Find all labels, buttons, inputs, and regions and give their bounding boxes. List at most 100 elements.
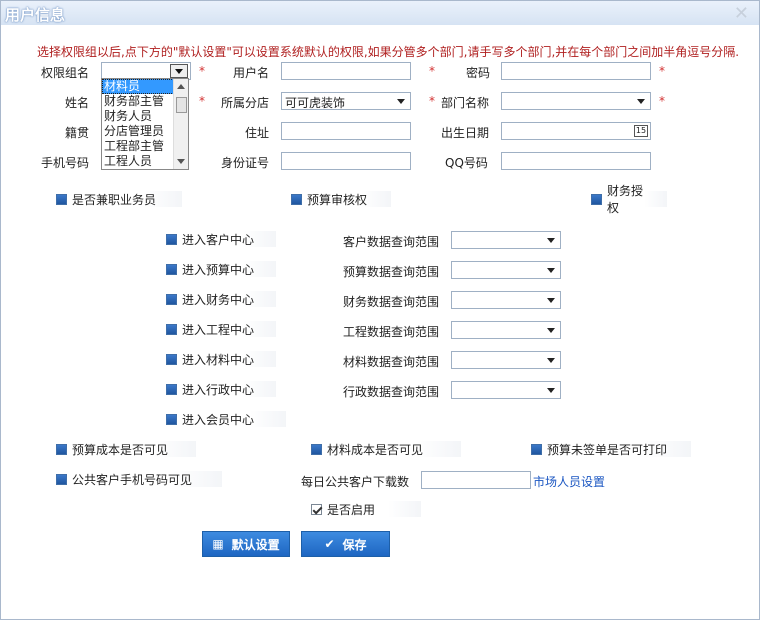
address-input[interactable] — [281, 122, 411, 140]
budget-audit-checkbox[interactable]: 预算审核权 — [291, 191, 391, 207]
checkbox-label: 进入财务中心 — [182, 292, 255, 307]
default-settings-button[interactable]: ▦ 默认设置 — [202, 531, 290, 557]
instruction-notice: 选择权限组以后,点下方的"默认设置"可以设置系统默认的权限,如果分管多个部门,请… — [37, 45, 740, 59]
close-icon[interactable]: ✕ — [734, 3, 749, 24]
checkbox-label: 材料成本是否可见 — [327, 442, 424, 457]
idcard-label: 身份证号 — [221, 156, 270, 170]
customer-range-select[interactable] — [451, 231, 561, 249]
enter-project-checkbox[interactable]: 进入工程中心 — [166, 321, 276, 337]
checkbox-box[interactable] — [166, 233, 177, 245]
checkbox-box[interactable] — [166, 323, 177, 335]
enabled-checkbox[interactable]: 是否启用 — [311, 501, 421, 517]
required-mark: * — [659, 94, 665, 108]
enter-material-checkbox[interactable]: 进入材料中心 — [166, 351, 276, 367]
required-mark: * — [659, 64, 665, 78]
idcard-input[interactable] — [281, 152, 411, 170]
save-button[interactable]: ✔ 保存 — [301, 531, 390, 557]
public-phone-visible-checkbox[interactable]: 公共客户手机号码可见 — [56, 471, 222, 487]
native-place-label: 籍贯 — [65, 126, 90, 140]
list-scrollbar[interactable] — [173, 79, 188, 169]
enter-finance-checkbox[interactable]: 进入财务中心 — [166, 291, 276, 307]
enter-customer-checkbox[interactable]: 进入客户中心 — [166, 231, 276, 247]
qq-input[interactable] — [501, 152, 651, 170]
permission-group-list[interactable]: 材料员 财务部主管 财务人员 分店管理员 工程部主管 工程人员 — [101, 78, 189, 170]
chevron-down-icon — [547, 388, 555, 393]
chevron-down-icon — [547, 358, 555, 363]
budget-range-label: 预算数据查询范围 — [343, 265, 440, 279]
department-select[interactable] — [501, 92, 651, 110]
checkbox-label: 进入材料中心 — [182, 352, 255, 367]
budget-range-select[interactable] — [451, 261, 561, 279]
checkbox-box[interactable] — [291, 193, 302, 205]
password-input[interactable] — [501, 62, 651, 80]
checkbox-box[interactable] — [56, 473, 67, 485]
phone-label: 手机号码 — [41, 156, 90, 170]
checkbox-label: 预算未签单是否可打印 — [547, 442, 668, 457]
checkbox-box[interactable] — [166, 383, 177, 395]
checkbox-box[interactable] — [166, 353, 177, 365]
checkbox-box[interactable] — [166, 413, 177, 425]
checkbox-box[interactable] — [56, 443, 67, 455]
scroll-down-icon[interactable] — [177, 159, 185, 164]
title-bar: 用户信息 ✕ — [1, 1, 759, 25]
branch-label: 所属分店 — [221, 96, 270, 110]
checkbox-box[interactable] — [311, 443, 322, 455]
checkbox-label: 进入客户中心 — [182, 232, 255, 247]
daily-download-input[interactable] — [421, 471, 531, 489]
checkbox-label: 预算审核权 — [307, 192, 368, 207]
agent-checkbox[interactable]: 是否兼职业务员 — [56, 191, 182, 207]
enter-budget-checkbox[interactable]: 进入预算中心 — [166, 261, 276, 277]
checkbox-box[interactable] — [311, 503, 322, 515]
checkbox-box[interactable] — [166, 263, 177, 275]
finance-range-select[interactable] — [451, 291, 561, 309]
checkbox-box[interactable] — [56, 193, 67, 205]
daily-download-label: 每日公共客户下载数 — [301, 475, 410, 489]
birthdate-input[interactable]: 15 — [501, 122, 651, 140]
username-input[interactable] — [281, 62, 411, 80]
finance-auth-checkbox[interactable]: 财务授权 — [591, 184, 667, 215]
checkbox-box[interactable] — [591, 193, 602, 205]
scroll-up-icon[interactable] — [177, 84, 185, 89]
qq-label: QQ号码 — [445, 156, 488, 170]
user-info-window: 用户信息 ✕ 选择权限组以后,点下方的"默认设置"可以设置系统默认的权限,如果分… — [0, 0, 760, 620]
window-title: 用户信息 — [5, 6, 66, 24]
enter-member-checkbox[interactable]: 进入会员中心 — [166, 411, 286, 427]
required-mark: * — [429, 64, 435, 78]
grid-icon: ▦ — [212, 537, 224, 551]
branch-select[interactable]: 可可虎装饰 — [281, 92, 411, 110]
market-staff-link[interactable]: 市场人员设置 — [533, 473, 605, 490]
checkbox-label: 进入工程中心 — [182, 322, 255, 337]
permission-group-label: 权限组名 — [41, 66, 90, 80]
material-range-label: 材料数据查询范围 — [343, 355, 440, 369]
finance-range-label: 财务数据查询范围 — [343, 295, 440, 309]
birthdate-label: 出生日期 — [441, 126, 490, 140]
permission-group-dropdown-button[interactable] — [170, 64, 188, 78]
password-label: 密码 — [466, 66, 491, 80]
checkbox-label: 是否兼职业务员 — [72, 192, 157, 207]
checkbox-label: 财务授权 — [607, 184, 644, 215]
checkbox-box[interactable] — [531, 443, 542, 455]
admin-range-select[interactable] — [451, 381, 561, 399]
material-range-select[interactable] — [451, 351, 561, 369]
checkbox-label: 进入会员中心 — [182, 412, 255, 427]
project-range-select[interactable] — [451, 321, 561, 339]
admin-range-label: 行政数据查询范围 — [343, 385, 440, 399]
enter-admin-checkbox[interactable]: 进入行政中心 — [166, 381, 276, 397]
name-label: 姓名 — [65, 96, 90, 110]
budget-cost-visible-checkbox[interactable]: 预算成本是否可见 — [56, 441, 196, 457]
button-label: 默认设置 — [231, 537, 280, 552]
budget-unsigned-print-checkbox[interactable]: 预算未签单是否可打印 — [531, 441, 691, 457]
calendar-icon[interactable]: 15 — [634, 125, 648, 137]
chevron-down-icon — [547, 238, 555, 243]
chevron-down-icon — [547, 328, 555, 333]
chevron-down-icon — [547, 268, 555, 273]
chevron-down-icon — [547, 298, 555, 303]
address-label: 住址 — [245, 126, 270, 140]
checkbox-box[interactable] — [166, 293, 177, 305]
username-label: 用户名 — [233, 66, 270, 80]
scroll-thumb[interactable] — [176, 97, 187, 113]
chevron-down-icon — [397, 99, 405, 104]
checkbox-label: 进入行政中心 — [182, 382, 255, 397]
required-mark: * — [199, 94, 205, 108]
material-cost-visible-checkbox[interactable]: 材料成本是否可见 — [311, 441, 461, 457]
